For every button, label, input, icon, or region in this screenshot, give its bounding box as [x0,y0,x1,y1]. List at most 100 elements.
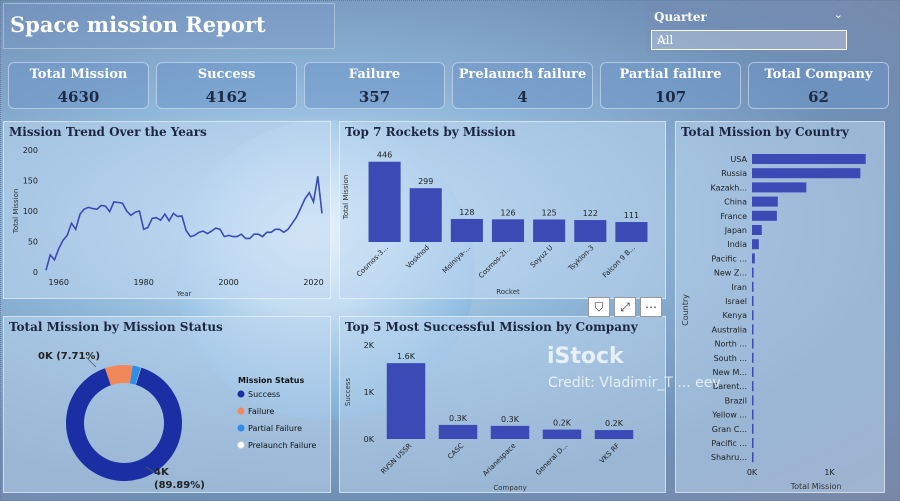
x-tick-label: 1960 [49,278,69,287]
country-label: New Z... [714,269,747,278]
country-bar [752,196,778,207]
company-data-label: 0.3K [501,415,520,424]
kpi-value: 4162 [205,88,248,106]
y-axis-label: Country [681,294,690,326]
status-panel[interactable]: Total Mission by Mission Status 0K (7.71… [3,316,331,493]
kpi-total-company: Total Company 62 [748,62,889,109]
country-label: Gran C... [712,425,747,434]
filter-icon[interactable]: ⛉ [588,297,610,317]
x-tick-label: 0K [747,468,758,477]
kpi-value: 4 [517,88,528,106]
legend-marker [237,424,245,432]
x-axis-label: Year [176,290,192,298]
chevron-down-icon[interactable]: ⌵ [657,32,840,47]
country-label: Pacific ... [711,254,747,263]
rocket-data-label: 446 [377,151,392,160]
country-bar [752,409,754,420]
kpi-failure: Failure 357 [304,62,445,109]
y-tick-label: 150 [23,177,38,186]
company-category-label: General D... [534,442,569,477]
slicer-label: Quarter [654,10,707,24]
rocket-bar [574,220,607,242]
y-tick-label: 200 [23,146,38,155]
kpi-total-mission: Total Mission 4630 [8,62,149,109]
quarter-dropdown[interactable]: All ⌵ [651,30,847,50]
quarter-slicer[interactable]: Quarter ⌄ All ⌵ [645,2,853,52]
country-bar [752,352,754,363]
x-tick-label: 1K [824,468,835,477]
trend-panel[interactable]: Mission Trend Over the Years 200 150 100 50… [3,121,331,299]
visual-header-icons: ⛉ ⤢ ⋯ [588,297,666,319]
country-label: Pacific ... [711,439,747,448]
rockets-panel[interactable]: Top 7 Rockets by Mission Total Mission 44… [339,121,666,299]
rocket-category-label: Falcon 9 B... [601,244,637,280]
more-options-icon[interactable]: ⋯ [640,297,662,317]
country-bar [752,210,777,221]
country-bar [752,253,755,264]
legend-title: Mission Status [238,376,304,385]
company-bar [438,424,478,439]
company-panel[interactable]: Top 5 Most Successful Mission by Company… [339,316,666,493]
country-bar [752,367,754,377]
legend-item: Prelaunch Failure [248,441,316,450]
rocket-category-label: Cosmos-2I... [477,244,513,280]
kpi-success: Success 4162 [156,62,297,109]
x-tick-label: 1980 [133,278,153,287]
y-tick-label: 1K [364,388,375,397]
y-axis-label: Total Mission [12,189,20,235]
donut-big-label: (89.89%) [154,480,205,491]
country-bar [752,225,762,235]
country-bar [752,310,754,321]
kpi-value: 107 [654,88,687,106]
status-chart: 0K (7.71%) 4K (89.89%) Mission Status Succes… [38,351,316,491]
rockets-chart: Total Mission 446 Cosmos-3... 299 Voskhod 128… [342,151,648,296]
y-tick-label: 0K [364,435,375,444]
country-bar [752,423,754,434]
kpi-value: 62 [808,88,829,106]
rocket-category-label: Soyuz U [529,244,555,270]
rocket-data-label: 125 [542,209,557,218]
company-category-label: VKS RF [598,442,621,465]
x-axis-label: Total Mission [790,482,842,491]
legend-item: Success [248,390,280,399]
country-label: Kenya [723,311,748,320]
rocket-category-label: Voskhod [405,244,431,270]
company-bar [594,430,634,439]
legend-item: Failure [248,407,274,416]
rocket-bar [533,219,566,242]
kpi-label: Partial failure [619,67,722,82]
x-tick-label: 2000 [218,278,238,287]
country-label: North ... [714,340,747,349]
country-label: Kazakh... [711,183,747,192]
country-bar [752,438,754,448]
kpi-label: Total Mission [29,67,128,82]
rocket-data-label: 128 [459,208,474,217]
country-bar [752,281,754,292]
donut-small-label: 0K (7.71%) [38,351,100,362]
trend-chart: 200 150 100 50 0 1960 1980 2000 2020 Year Total Mi… [12,146,324,298]
slicer-collapse-icon[interactable]: ⌄ [834,8,843,21]
focus-mode-icon[interactable]: ⤢ [614,297,636,317]
country-label: India [727,240,747,249]
company-bar [386,363,426,439]
donut-big-label: 4K [154,467,170,478]
country-bar [752,168,861,179]
y-axis-label: Success [344,378,352,407]
y-tick-label: 2K [364,341,375,350]
kpi-label: Success [197,67,256,82]
company-bar [542,429,582,439]
kpi-label: Prelaunch failure [458,67,587,82]
country-label: South ... [714,354,747,363]
legend-marker [237,407,245,415]
country-panel[interactable]: Total Mission by Country USA Russia Kazakh… [675,121,885,493]
y-tick-label: 0 [33,268,38,277]
report-title: Space mission Report [10,12,266,37]
company-category-label: RVSN USSR [379,442,413,476]
country-label: Shahru... [711,453,747,462]
watermark-logo: iStock [547,344,624,369]
country-bar [752,267,754,278]
watermark-credit: Credit: Vladimir_T ... eev [548,375,721,391]
x-axis-label: Rocket [496,288,520,296]
rocket-data-label: 299 [418,177,433,186]
rocket-bar [450,218,483,242]
